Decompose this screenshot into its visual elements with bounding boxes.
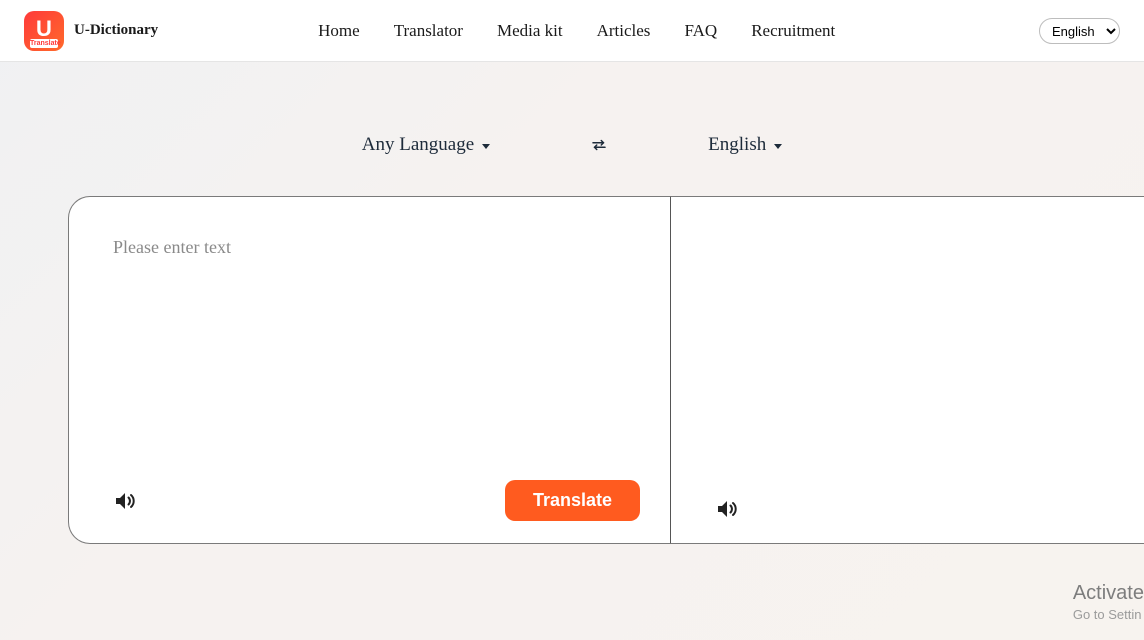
nav-articles[interactable]: Articles [597, 21, 651, 41]
caret-down-icon [482, 144, 490, 149]
logo-subtext: Translate [30, 39, 58, 48]
logo-letter: U [36, 18, 52, 40]
nav-media-kit[interactable]: Media kit [497, 21, 563, 41]
target-panel [671, 196, 1144, 544]
nav-home[interactable]: Home [318, 21, 360, 41]
translate-button[interactable]: Translate [505, 480, 640, 521]
os-watermark: Activate Go to Settin [1065, 582, 1144, 622]
source-language-label: Any Language [362, 134, 474, 156]
watermark-line1: Activate [1073, 582, 1144, 605]
site-language-select[interactable]: English [1039, 18, 1120, 44]
source-panel: Translate [68, 196, 671, 544]
nav-faq[interactable]: FAQ [684, 21, 717, 41]
logo-wrap: U Translate U-Dictionary [24, 11, 158, 51]
main-nav: Home Translator Media kit Articles FAQ R… [318, 21, 835, 41]
source-panel-footer: Translate [113, 480, 640, 521]
target-language-label: English [708, 134, 766, 156]
translate-panels: Translate [68, 196, 1144, 544]
swap-languages-button[interactable] [590, 136, 608, 154]
app-logo[interactable]: U Translate [24, 11, 64, 51]
header: U Translate U-Dictionary Home Translator… [0, 0, 1144, 62]
target-speaker-button[interactable] [715, 497, 739, 521]
language-row: Any Language English [0, 134, 1144, 156]
nav-recruitment[interactable]: Recruitment [751, 21, 835, 41]
swap-icon [590, 136, 608, 154]
speaker-icon [715, 497, 739, 521]
nav-translator[interactable]: Translator [394, 21, 463, 41]
source-speaker-button[interactable] [113, 489, 137, 513]
source-language-picker[interactable]: Any Language [362, 134, 490, 156]
watermark-line2: Go to Settin [1073, 607, 1144, 622]
target-panel-footer [715, 497, 739, 521]
site-language-wrap: English [1039, 18, 1120, 44]
speaker-icon [113, 489, 137, 513]
caret-down-icon [774, 144, 782, 149]
brand-name: U-Dictionary [74, 22, 158, 39]
target-language-picker[interactable]: English [708, 134, 782, 156]
